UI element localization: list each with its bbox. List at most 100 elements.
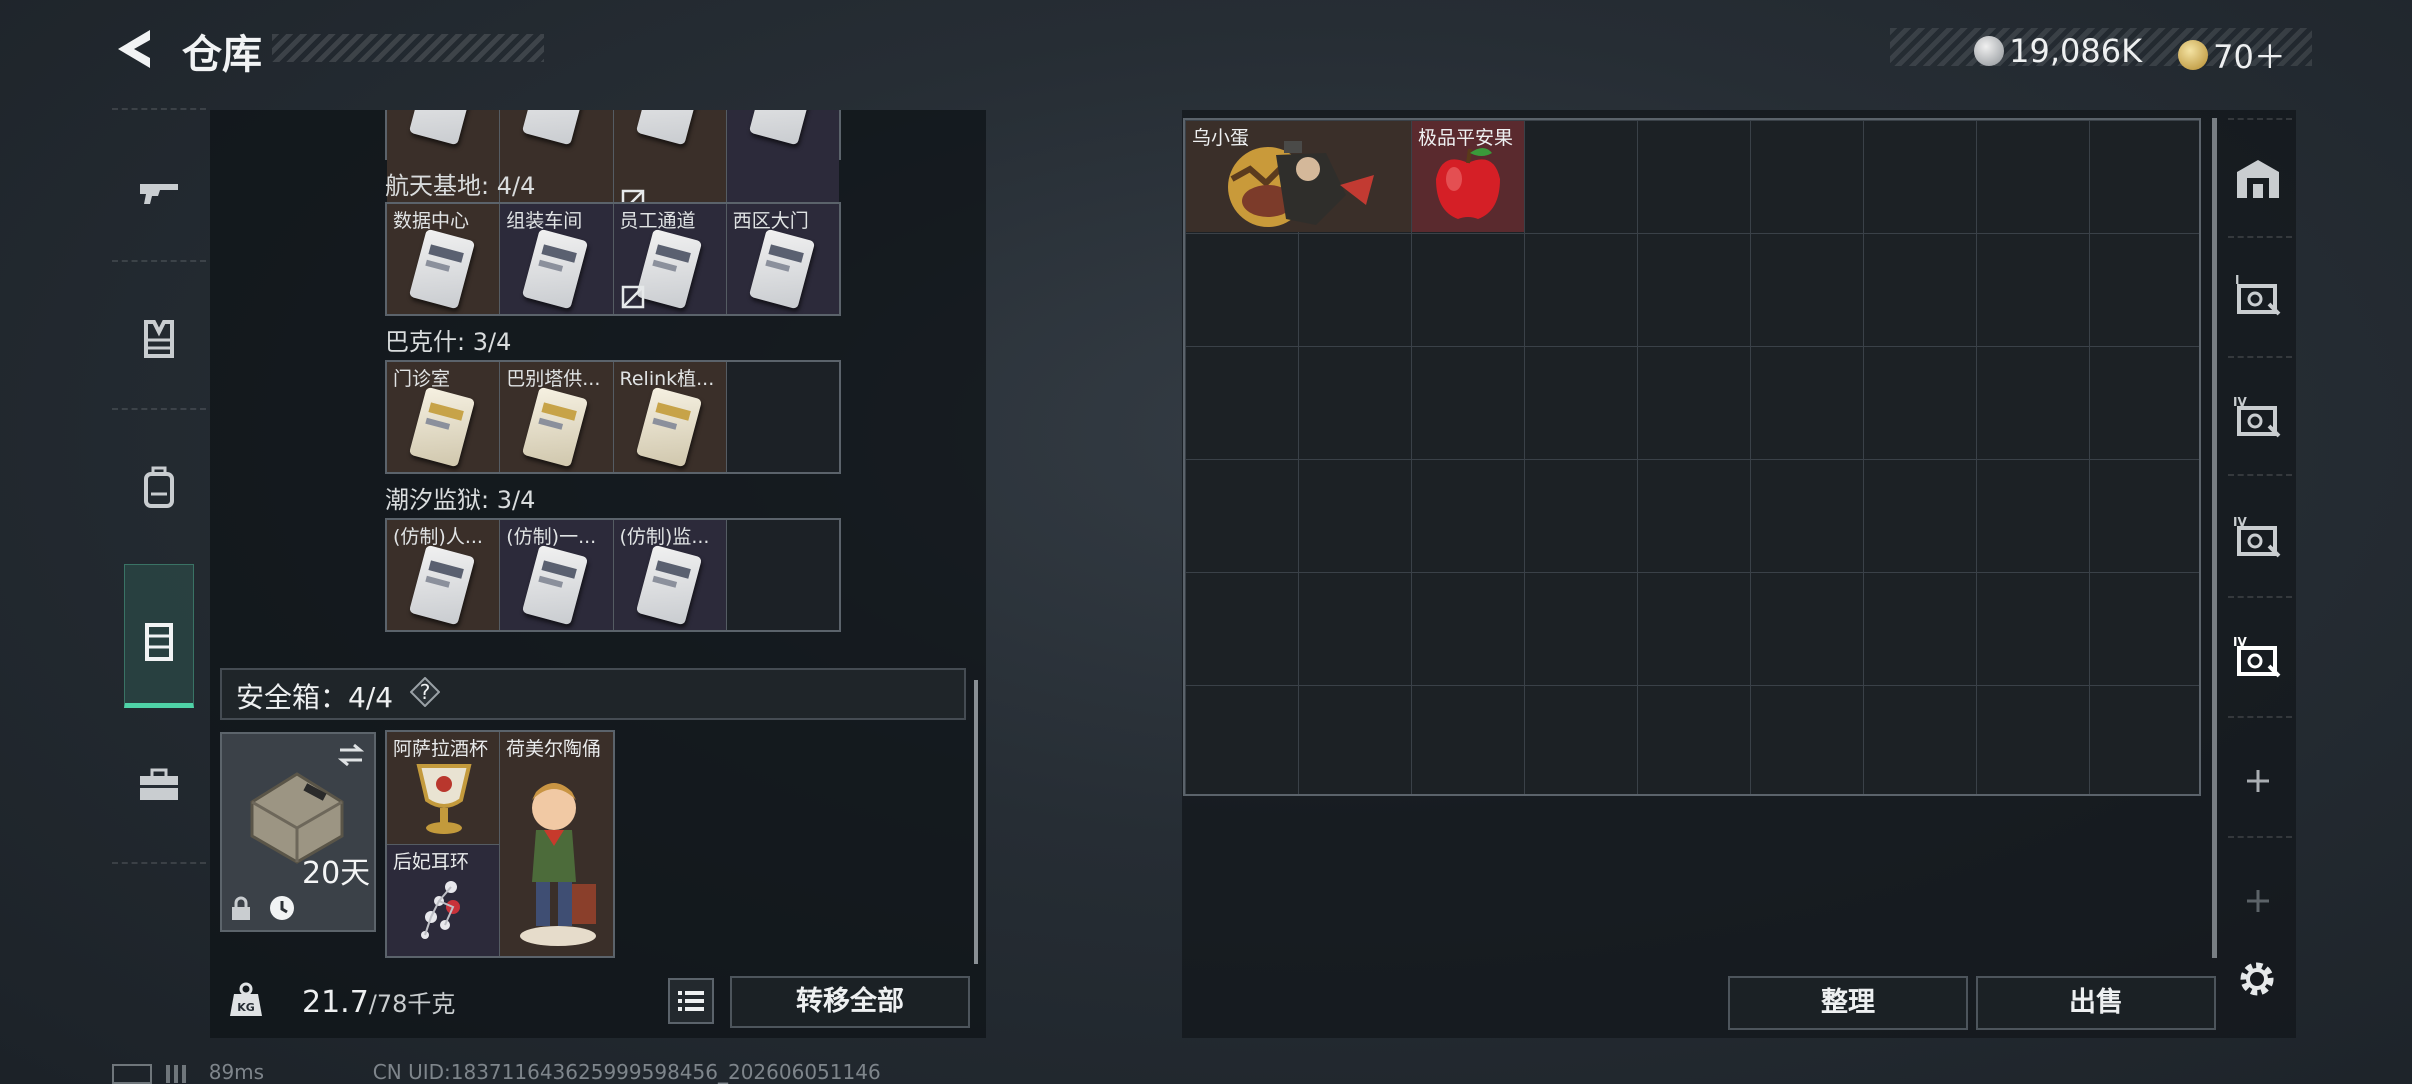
back-arrow-icon[interactable] [110, 24, 160, 74]
key-row-partial [385, 110, 841, 220]
help-mark: ? [419, 680, 431, 704]
uid-text: CN UID:18371164362599959845­6_2026060511… [372, 1060, 881, 1084]
currency-2[interactable]: 70＋ [2178, 32, 2286, 78]
nav-divider [2228, 356, 2292, 358]
nav-divider [2228, 236, 2292, 238]
signal-icon [166, 1064, 187, 1083]
key-item[interactable]: (仿制)人... [387, 520, 501, 630]
safe-box-item[interactable] [220, 732, 376, 932]
key-name: (仿制)一... [506, 526, 597, 548]
safe-item-cup[interactable]: 阿萨拉酒杯 [387, 732, 500, 845]
keycard-icon [748, 110, 815, 146]
nav-divider [2228, 716, 2292, 718]
status-footer: 89ms CN UID:18371164362599959845­6_20260… [112, 1060, 881, 1084]
settings-gear-icon[interactable] [2234, 956, 2280, 1002]
grid-item-apple[interactable]: 极品平安果 [1412, 121, 1524, 232]
key-item[interactable]: (仿制)一... [500, 520, 614, 630]
container-level-4c-icon[interactable]: IV [2233, 632, 2283, 682]
nav-divider [2228, 836, 2292, 838]
right-scrollbar[interactable] [2212, 118, 2217, 958]
safe-box-label: 安全箱：4/4 [236, 681, 394, 714]
organize-button[interactable]: 整理 [1728, 976, 1968, 1030]
nav-divider [112, 260, 206, 262]
safe-item-figurine[interactable]: 荷美尔陶俑 [500, 732, 613, 956]
safe-item-earring[interactable]: 后妃耳环 [387, 845, 500, 956]
currency-1: 19,086K [1974, 32, 2142, 70]
weapon-icon[interactable] [134, 166, 184, 216]
container-level-4a-icon[interactable]: IV [2233, 392, 2283, 442]
clock-icon [270, 896, 294, 920]
key-name: Relink植... [619, 368, 715, 390]
sell-button[interactable]: 出售 [1976, 976, 2216, 1030]
key-name: (仿制)人... [393, 526, 483, 548]
keycard-icon [408, 386, 476, 468]
toolbox-icon[interactable] [134, 760, 184, 810]
warehouse-icon[interactable] [2233, 154, 2283, 204]
vest-icon[interactable] [134, 314, 184, 364]
nav-divider [2228, 118, 2292, 120]
section-label-spaceport: 航天基地: 4/4 [385, 172, 536, 200]
key-item[interactable]: 巴别塔供... [500, 362, 614, 472]
key-name: (仿制)监... [619, 526, 710, 548]
keycard-icon [522, 110, 589, 146]
nav-divider [2228, 596, 2292, 598]
add-icon-disabled [2247, 890, 2269, 912]
key-item[interactable]: 员工通道 [613, 204, 727, 314]
storage-grid[interactable]: 乌小蛋 极品平安果 [1183, 118, 2201, 796]
broken-icon [621, 285, 644, 309]
egg-figure-icon [1228, 141, 1374, 227]
keycard-icon [522, 386, 589, 468]
svg-text:KG: KG [237, 1001, 255, 1014]
list-view-button[interactable] [668, 978, 714, 1024]
right-nav: I IV IV IV [2224, 112, 2292, 952]
item-name: 阿萨拉酒杯 [393, 738, 489, 760]
earring-icon [421, 881, 460, 939]
battery-icon [112, 1063, 152, 1084]
key-name: 巴别塔供... [506, 368, 601, 390]
key-item[interactable]: 西区大门 [726, 204, 839, 314]
key-row-prison: (仿制)人... (仿制)一... (仿制)监... [385, 518, 841, 632]
help-icon[interactable]: ? [409, 676, 441, 708]
key-item[interactable]: Relink植... [613, 362, 727, 472]
safe-box-grid: 阿萨拉酒杯 荷美尔陶俑 后妃耳环 [385, 730, 615, 958]
figurine-icon [520, 783, 596, 946]
lock-icon [232, 896, 250, 920]
swap-icon[interactable] [336, 742, 366, 768]
key-item[interactable]: 数据中心 [387, 204, 501, 314]
keycard-icon [635, 386, 702, 468]
keycard-icon [635, 110, 702, 146]
keycard-icon [408, 544, 476, 626]
container-level-4b-icon[interactable]: IV [2233, 512, 2283, 562]
key-name: 门诊室 [393, 368, 451, 390]
page-title: 仓库 [182, 32, 262, 78]
gold-coin-icon [2178, 40, 2208, 70]
weight-current: 21.7 [302, 985, 369, 1020]
key-item[interactable]: 门诊室 [387, 362, 501, 472]
key-row-bakshi: 门诊室 巴别塔供... Relink植... [385, 360, 841, 474]
backpack-icon[interactable] [134, 462, 184, 512]
keycard-icon [408, 110, 476, 146]
ping-value: 89ms [208, 1060, 265, 1084]
nav-divider [2228, 474, 2292, 476]
section-label-bakshi: 巴克什: 3/4 [385, 328, 512, 356]
weight-value: 21.7/78千克 [302, 984, 455, 1020]
key-item[interactable]: (仿制)监... [613, 520, 727, 630]
nav-divider [112, 408, 206, 410]
grid-item-egg[interactable]: 乌小蛋 [1186, 121, 1411, 232]
transfer-all-button[interactable]: 转移全部 [730, 976, 970, 1028]
goblet-icon [416, 764, 472, 834]
weight-max: /78千克 [368, 990, 456, 1018]
safe-box-days: 20天 [302, 856, 371, 891]
currency-2-value: 70＋ [2213, 38, 2286, 76]
empty-slot [726, 520, 839, 630]
nav-divider [112, 862, 206, 864]
currency-1-value: 19,086K [2009, 32, 2143, 70]
keycard-icon [522, 544, 589, 626]
keycard-icon [748, 228, 815, 310]
add-icon[interactable] [2233, 756, 2283, 806]
storage-icon[interactable] [134, 616, 184, 666]
key-item[interactable]: 组装车间 [500, 204, 614, 314]
container-level-1-icon[interactable]: I [2233, 270, 2283, 320]
item-name: 荷美尔陶俑 [506, 738, 602, 760]
scrollbar[interactable] [974, 680, 978, 964]
